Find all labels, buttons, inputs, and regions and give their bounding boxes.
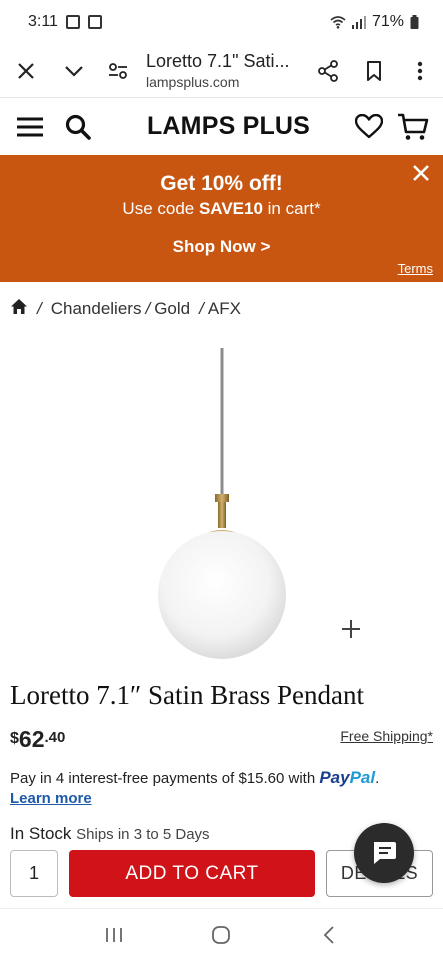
price-dollars: 62 (18, 726, 45, 752)
status-bar: 3:11 71% (0, 0, 443, 44)
tune-icon (109, 62, 127, 79)
shop-now-link[interactable]: Shop Now > (0, 237, 443, 257)
paypal-period: . (375, 770, 380, 787)
breadcrumb: / Chandeliers / Gold / AFX (10, 296, 241, 322)
share-button[interactable] (305, 44, 351, 98)
recents-icon (105, 927, 122, 942)
price-cents: .40 (44, 729, 66, 746)
bookmark-button[interactable] (351, 44, 397, 98)
free-shipping-link[interactable]: Free Shipping* (340, 728, 433, 744)
zoom-button[interactable] (338, 616, 364, 642)
product-title: Loretto 7.1″ Satin Brass Pendant (10, 680, 364, 710)
cart-icon (398, 113, 429, 140)
promo-code: SAVE10 (198, 199, 263, 218)
heart-icon (355, 114, 383, 139)
hamburger-icon (17, 117, 43, 136)
signal-icon (351, 15, 366, 29)
site-settings-button[interactable] (96, 44, 140, 98)
paypal-message: Pay in 4 interest-free payments of $15.6… (10, 768, 379, 788)
breadcrumb-separator: / (199, 299, 204, 318)
share-icon (318, 59, 338, 82)
promo-subtitle: Use code SAVE10 in cart* (0, 199, 443, 219)
stock-status: In Stock Ships in 3 to 5 Days (10, 824, 210, 844)
paypal-text: Pay in 4 interest-free payments of $15.6… (10, 770, 316, 787)
search-icon (65, 114, 91, 140)
page-domain: lampsplus.com (146, 74, 240, 90)
paypal-logo-pal: Pal (349, 768, 376, 787)
home-circle-icon (212, 925, 231, 944)
chevron-down-icon (65, 65, 83, 77)
home-link[interactable] (10, 298, 28, 320)
menu-button[interactable] (10, 107, 50, 147)
site-logo[interactable]: LAMPS PLUS (108, 112, 349, 141)
paypal-logo-pay: Pay (319, 768, 350, 787)
battery-percent: 71% (371, 13, 404, 30)
add-to-cart-button[interactable]: ADD TO CART (69, 850, 315, 897)
cart-button[interactable] (393, 107, 433, 147)
product-price: $62.40 (10, 726, 65, 753)
quantity-input[interactable]: 1 (10, 850, 58, 897)
battery-icon (410, 15, 419, 29)
home-button[interactable] (201, 915, 241, 955)
paypal-logo: PayPal (319, 768, 375, 787)
promo-sub-prefix: Use code (122, 199, 199, 218)
ships-info: Ships in 3 to 5 Days (76, 826, 210, 843)
promo-close-button[interactable] (407, 159, 435, 187)
breadcrumb-item-gold[interactable]: Gold (154, 299, 190, 319)
back-icon (323, 925, 334, 944)
gallery-icon (65, 15, 80, 29)
terms-link[interactable]: Terms (398, 261, 433, 276)
notification-icon (87, 15, 102, 29)
recent-apps-button[interactable] (94, 915, 134, 955)
close-icon (18, 62, 34, 79)
breadcrumb-item-chandeliers[interactable]: Chandeliers (51, 299, 142, 319)
more-vert-icon (417, 61, 423, 80)
search-button[interactable] (58, 107, 98, 147)
product-image[interactable] (150, 348, 300, 660)
promo-banner[interactable]: Get 10% off! Use code SAVE10 in cart* Sh… (0, 155, 443, 282)
system-nav-bar (0, 908, 443, 960)
chat-button[interactable] (354, 823, 414, 883)
promo-title: Get 10% off! (160, 172, 283, 195)
stock-label: In Stock (10, 824, 72, 843)
close-icon (413, 165, 429, 181)
wishlist-button[interactable] (349, 107, 389, 147)
learn-more-link[interactable]: Learn more (10, 790, 92, 807)
expand-toolbar-button[interactable] (52, 44, 96, 98)
bookmark-icon (367, 60, 381, 81)
chat-icon (374, 842, 396, 864)
plus-icon (342, 620, 360, 638)
price-currency: $ (10, 730, 19, 747)
page-title: Loretto 7.1" Sati... (146, 51, 290, 71)
wifi-icon (330, 16, 346, 29)
browser-toolbar: Loretto 7.1" Sati... lampsplus.com (0, 44, 443, 98)
url-bar[interactable]: Loretto 7.1" Sati... lampsplus.com (140, 51, 305, 90)
close-tab-button[interactable] (0, 44, 52, 98)
breadcrumb-separator: / (37, 299, 42, 318)
breadcrumb-separator: / (145, 299, 151, 318)
back-button[interactable] (309, 915, 349, 955)
status-time: 3:11 (28, 13, 58, 30)
home-icon (11, 299, 27, 314)
site-header: LAMPS PLUS (0, 98, 443, 155)
breadcrumb-item-afx[interactable]: AFX (208, 299, 241, 319)
promo-sub-suffix: in cart* (262, 199, 321, 218)
more-options-button[interactable] (397, 44, 443, 98)
